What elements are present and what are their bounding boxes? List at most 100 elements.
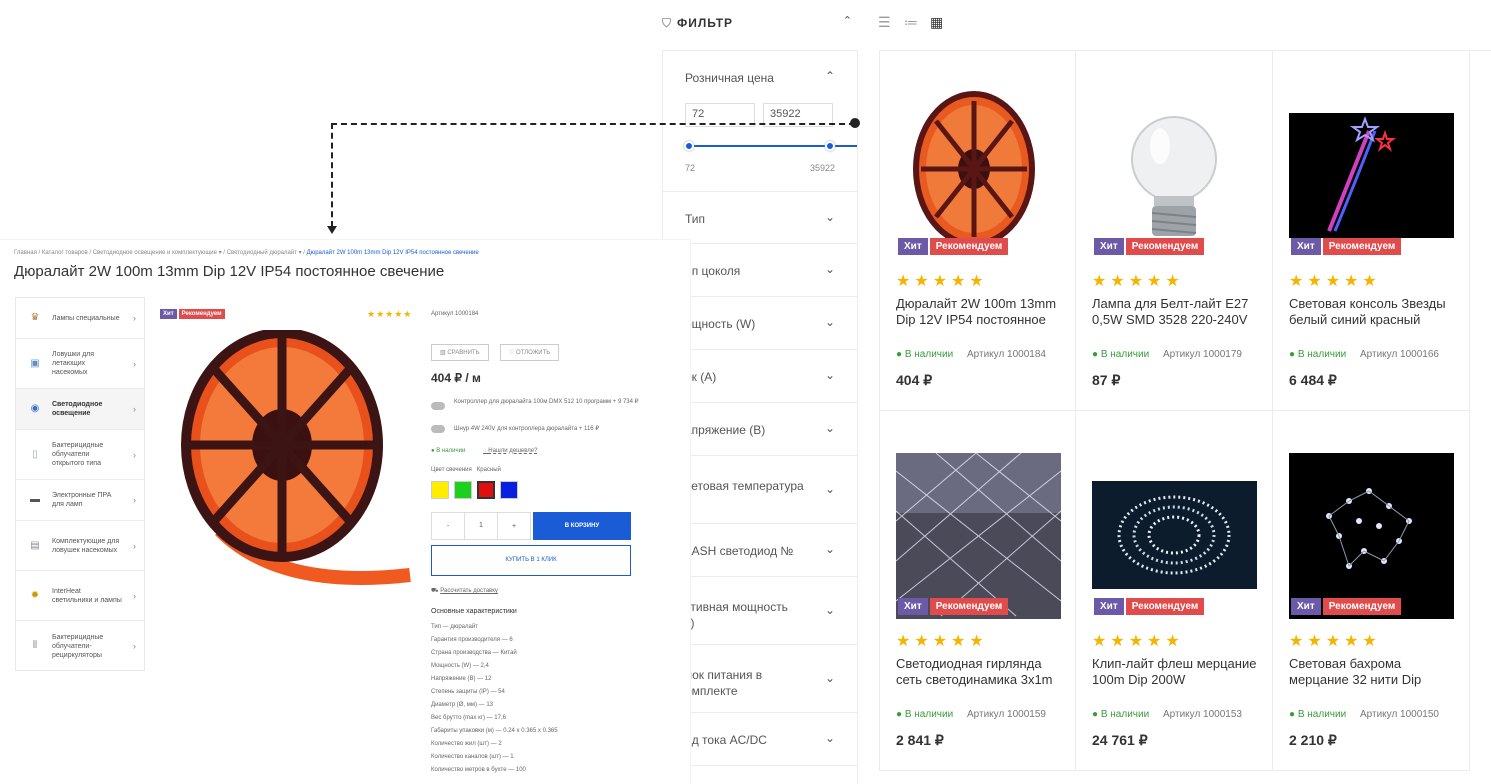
product-name[interactable]: Световая бахрома мерцание 32 нити Dip	[1289, 656, 1459, 690]
product-image[interactable]	[896, 451, 1061, 619]
breadcrumb-item[interactable]: Главная	[14, 250, 37, 256]
product-card[interactable]: Хит Рекомендуем ★★★★★ Световая консоль Зв…	[1273, 51, 1470, 411]
stock-status: ● В наличии	[896, 709, 954, 720]
product-card[interactable]: Хит Рекомендуем ★★★★★ Световая бахрома ме…	[1273, 411, 1470, 771]
sidebar-item[interactable]: ⫴ Бактерицидные облучатели-рециркуляторы ›	[16, 621, 144, 671]
breadcrumb-item[interactable]: Светодиодный дюралайт ▾	[227, 250, 302, 256]
qty-minus-button[interactable]: -	[432, 523, 464, 530]
filter-group-label: ветовая температура )	[685, 479, 804, 509]
defer-button[interactable]: ♡ ОТЛОЖИТЬ	[500, 344, 560, 361]
color-swatch-blue[interactable]	[500, 481, 518, 499]
breadcrumb-item[interactable]: Каталог товаров	[42, 250, 88, 256]
grid-view-icon[interactable]: ▦	[930, 14, 943, 31]
chevron-right-icon: ›	[133, 590, 136, 601]
page-title: Дюралайт 2W 100m 13mm Dip 12V IP54 посто…	[14, 263, 445, 280]
chevron-down-icon[interactable]: ⌄	[825, 262, 835, 276]
sidebar-item[interactable]: ▯ Бактерицидные облучатели открытого типа…	[16, 430, 144, 480]
recommended-badge: Рекомендуем	[1322, 238, 1402, 255]
rating-stars: ★★★★★	[1289, 633, 1381, 650]
product-name[interactable]: Световая консоль Звезды белый синий крас…	[1289, 296, 1459, 330]
chevron-down-icon[interactable]: ⌄	[825, 315, 835, 329]
filter-group-price[interactable]: Розничная цена ⌃ 72 35922 72 35922	[663, 51, 857, 192]
chevron-down-icon[interactable]: ⌄	[825, 731, 835, 745]
product-price: 87 ₽	[1092, 372, 1121, 388]
option-toggle[interactable]	[431, 425, 445, 433]
product-image[interactable]	[1289, 91, 1454, 259]
product-main-image[interactable]	[160, 330, 412, 588]
color-label: Цвет свечения Красный	[431, 467, 501, 473]
price-slider[interactable]	[684, 141, 857, 151]
product-image[interactable]	[1092, 91, 1257, 259]
color-swatch-yellow[interactable]	[431, 481, 449, 499]
compact-list-view-icon[interactable]: ≔	[904, 14, 918, 31]
chevron-down-icon[interactable]: ⌄	[825, 368, 835, 382]
chevron-right-icon: ›	[133, 313, 136, 323]
product-image[interactable]	[896, 91, 1061, 259]
product-name[interactable]: Дюралайт 2W 100m 13mm Dip 12V IP54 посто…	[896, 296, 1066, 330]
filter-group-power[interactable]: ощность (W) ⌄	[663, 297, 857, 350]
product-card[interactable]: Хит Рекомендуем ★★★★★ Клип-лайт флеш мерц…	[1076, 411, 1273, 771]
filter-header[interactable]: ⛉ ФИЛЬТР ⌃	[662, 0, 858, 46]
char-row: Гарантия производителя — 6	[431, 637, 513, 643]
recommended-badge: Рекомендуем	[929, 598, 1009, 615]
chevron-down-icon[interactable]: ⌄	[825, 542, 835, 556]
filter-group-psu[interactable]: лок питания в омплекте ⌄	[663, 645, 857, 713]
rating-stars: ★★★★★	[1289, 273, 1381, 290]
qty-plus-button[interactable]: +	[498, 523, 530, 530]
chevron-down-icon[interactable]: ⌄	[825, 671, 835, 685]
compare-button[interactable]: ▥ СРАВНИТЬ	[431, 344, 489, 361]
filter-group-acdc[interactable]: ид тока AC/DC ⌄	[663, 713, 857, 766]
char-row: Количество каналов (шт) — 1	[431, 754, 514, 760]
chevron-down-icon[interactable]: ⌄	[825, 603, 835, 617]
chevron-up-icon[interactable]: ⌃	[843, 14, 852, 27]
filter-icon: ⛉	[662, 15, 672, 30]
sidebar-item[interactable]: ✹ InterHeat светильники и лампы ›	[16, 571, 144, 621]
slider-max-handle[interactable]	[825, 141, 835, 151]
slider-min-handle[interactable]	[684, 141, 694, 151]
filter-panel: Розничная цена ⌃ 72 35922 72 35922 Тип ⌄ …	[662, 50, 858, 784]
sidebar-item[interactable]: ▬ Электронные ПРА для ламп ›	[16, 480, 144, 521]
filter-group-type[interactable]: Тип ⌄	[663, 192, 857, 244]
breadcrumb-item[interactable]: Светодиодное освещение и комплектующие ▾	[93, 250, 222, 256]
color-swatch-green[interactable]	[454, 481, 472, 499]
product-card[interactable]: Хит Рекомендуем ★★★★★ Лампа для Белт-лайт…	[1076, 51, 1273, 411]
list-view-icon[interactable]: ☰	[878, 14, 891, 31]
product-name[interactable]: Светодиодная гирлянда сеть светодинамика…	[896, 656, 1066, 690]
filter-group-base[interactable]: ип цоколя ⌄	[663, 244, 857, 297]
option-toggle[interactable]	[431, 402, 445, 410]
chevron-right-icon: ›	[133, 641, 136, 651]
product-image[interactable]	[1092, 451, 1257, 619]
chevron-up-icon[interactable]: ⌃	[825, 69, 835, 83]
chevron-down-icon[interactable]: ⌄	[825, 421, 835, 435]
found-cheaper-link[interactable]: ◌ Нашли дешевле?	[483, 448, 537, 454]
article-number: Артикул 1000150	[1360, 709, 1439, 720]
product-image[interactable]	[1289, 451, 1454, 619]
chevron-down-icon[interactable]: ⌄	[825, 210, 835, 224]
product-name[interactable]: Клип-лайт флеш мерцание 100m Dip 200W	[1092, 656, 1262, 690]
sidebar-item[interactable]: ♛ Лампы специальные ›	[16, 298, 144, 339]
article-number: Артикул 1000184	[967, 349, 1046, 360]
color-swatch-red[interactable]	[477, 481, 495, 499]
product-card[interactable]: Хит Рекомендуем ★★★★★ Дюралайт 2W 100m 13…	[879, 51, 1076, 411]
filter-group-color-temp[interactable]: ветовая температура ) ⌄	[663, 456, 857, 524]
char-row: Напряжение (В) — 12	[431, 676, 492, 682]
qty-input[interactable]: 1	[464, 513, 498, 539]
chevron-down-icon[interactable]: ⌄	[825, 482, 835, 496]
filter-group-current[interactable]: ок (A) ⌄	[663, 350, 857, 403]
char-row: Тип — дюралайт	[431, 624, 478, 630]
chevron-right-icon: ›	[133, 449, 136, 460]
add-to-cart-button[interactable]: В КОРЗИНУ	[533, 512, 631, 540]
chevron-right-icon: ›	[133, 358, 136, 369]
sidebar-item-active[interactable]: ◉ Светодиодное освещение ›	[16, 389, 144, 430]
delivery-link[interactable]: ⛟ Рассчитать доставку	[431, 587, 498, 595]
filter-group-flash[interactable]: LASH светодиод № ⌄	[663, 524, 857, 577]
sidebar-item[interactable]: ▣ Ловушки для летающих насекомых ›	[16, 339, 144, 389]
sidebar-item[interactable]: ▤ Комплектующие для ловушек насекомых ›	[16, 521, 144, 571]
filter-group-voltage[interactable]: апряжение (В) ⌄	[663, 403, 857, 456]
product-name[interactable]: Лампа для Белт-лайт E27 0,5W SMD 3528 22…	[1092, 296, 1262, 330]
product-card[interactable]: Хит Рекомендуем ★★★★★ Светодиодная гирлян…	[879, 411, 1076, 771]
stock-status: ● В наличии	[1289, 349, 1347, 360]
filter-group-active-power[interactable]: ктивная мощность т) ⌄	[663, 577, 857, 645]
buy-one-click-button[interactable]: КУПИТЬ В 1 КЛИК	[431, 545, 631, 576]
breadcrumb: Главная / Каталог товаров / Светодиодное…	[14, 250, 479, 256]
